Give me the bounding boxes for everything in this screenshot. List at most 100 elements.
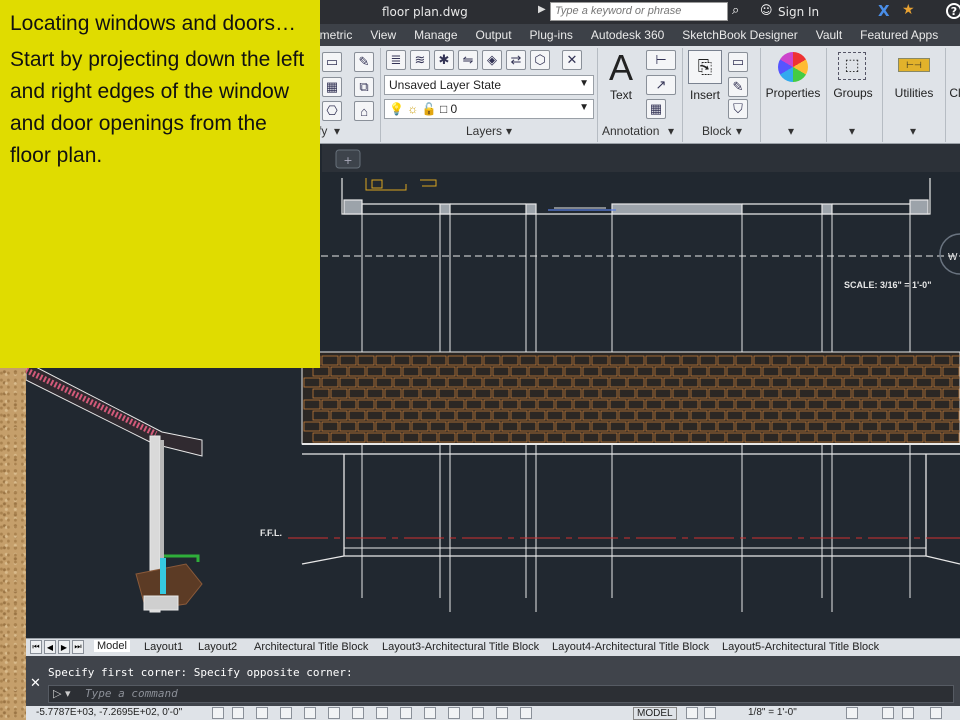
tab-output[interactable]: Output	[467, 24, 521, 46]
mirror-icon[interactable]: ⎔	[322, 101, 342, 121]
modify-panel-arrow[interactable]: ▾	[334, 124, 340, 142]
text-tool-icon[interactable]: A	[604, 48, 638, 88]
next-tab-icon[interactable]: ▶	[58, 640, 70, 654]
layer-states-icon[interactable]: ≋	[410, 50, 430, 70]
modify-tool-icon[interactable]: ▭	[322, 52, 342, 72]
prev-tab-icon[interactable]: ◀	[44, 640, 56, 654]
layer-match-icon[interactable]: ⇋	[458, 50, 478, 70]
tab-vault[interactable]: Vault	[807, 24, 851, 46]
help-icon[interactable]: ?	[946, 3, 960, 19]
first-tab-icon[interactable]: ⏮	[30, 640, 42, 654]
tab-view[interactable]: View	[361, 24, 405, 46]
tab-layout1[interactable]: Layout1	[144, 641, 183, 653]
groups-panel-arrow[interactable]: ▾	[849, 124, 855, 142]
insert-block-icon[interactable]: ⎘	[688, 50, 722, 84]
properties-icon[interactable]	[778, 52, 808, 82]
layer-walk-icon[interactable]: ⇄	[506, 50, 526, 70]
brush-icon[interactable]: ✎	[354, 52, 374, 72]
quick-properties-icon[interactable]	[520, 707, 532, 719]
viewcube-label: W	[948, 252, 958, 263]
properties-panel-arrow[interactable]: ▾	[788, 124, 794, 142]
leader-icon[interactable]: ↗	[646, 75, 676, 95]
tab-layout3[interactable]: Layout3-Architectural Title Block	[382, 641, 539, 653]
groups-icon[interactable]: ⬚	[838, 52, 866, 80]
separator	[826, 48, 827, 142]
tab-featured-apps[interactable]: Featured Apps	[851, 24, 947, 46]
tab-layout5[interactable]: Layout5-Architectural Title Block	[722, 641, 879, 653]
grid-icon[interactable]	[232, 707, 244, 719]
layer-merge-icon[interactable]: ⬡	[530, 50, 550, 70]
properties-label[interactable]: Properties	[762, 86, 824, 100]
create-block-icon[interactable]: ▭	[728, 52, 748, 72]
block-attribute-icon[interactable]: ⛉	[728, 99, 748, 119]
command-input-row[interactable]: ▷ ▾ Type a command	[48, 685, 954, 703]
layers-panel-title: Layers	[466, 124, 503, 138]
last-tab-icon[interactable]: ⏭	[72, 640, 84, 654]
command-prompt-icon[interactable]: ▷ ▾	[53, 687, 70, 700]
close-icon[interactable]: ✕	[30, 676, 41, 691]
fullscreen-icon[interactable]	[930, 707, 942, 719]
tab-layout2[interactable]: Layout2	[198, 641, 237, 653]
tab-architectural-title-block[interactable]: Architectural Title Block	[254, 641, 368, 653]
tab-model[interactable]: Model	[94, 640, 130, 652]
annotation-scale[interactable]: 1/8" = 1'-0"	[748, 707, 797, 718]
star-icon[interactable]: ★	[902, 2, 915, 18]
sign-in-link[interactable]: Sign In	[778, 5, 819, 19]
layer-freeze-icon[interactable]: ✱	[434, 50, 454, 70]
status-bar: -5.7787E+03, -7.2695E+02, 0'-0" MODEL 1/…	[26, 706, 960, 720]
polar-icon[interactable]	[280, 707, 292, 719]
note-heading: Locating windows and doors…	[10, 12, 297, 35]
text-tool-label[interactable]: Text	[605, 88, 637, 102]
offset-icon[interactable]: ⌂	[354, 101, 374, 121]
layer-iso-icon[interactable]: ◈	[482, 50, 502, 70]
utilities-label[interactable]: Utilities	[888, 86, 940, 100]
annotation-panel-arrow[interactable]: ▾	[668, 124, 674, 142]
tab-layout4[interactable]: Layout4-Architectural Title Block	[552, 641, 709, 653]
search-input[interactable]: Type a keyword or phrase	[550, 2, 728, 21]
layer-properties-icon[interactable]: ≣	[386, 50, 406, 70]
model-space-button[interactable]: MODEL	[633, 707, 677, 720]
annotation-monitor-icon[interactable]	[496, 707, 508, 719]
otrack-icon[interactable]	[328, 707, 340, 719]
dimension-icon[interactable]: ⊢	[646, 50, 676, 70]
osnap-icon[interactable]	[304, 707, 316, 719]
workspace-icon[interactable]	[846, 707, 858, 719]
array-icon[interactable]: ▦	[322, 77, 342, 97]
ducs-icon[interactable]	[352, 707, 364, 719]
selection-cycling-icon[interactable]	[448, 707, 460, 719]
transparency-icon[interactable]	[424, 707, 436, 719]
clipboard-label[interactable]: Cl	[948, 86, 960, 100]
snap-icon[interactable]	[212, 707, 224, 719]
binoculars-icon[interactable]: ⌕	[732, 3, 739, 18]
ortho-icon[interactable]	[256, 707, 268, 719]
edit-block-icon[interactable]: ✎	[728, 77, 748, 97]
lock-icon[interactable]	[902, 707, 914, 719]
layer-select[interactable]: 💡 ☼ 🔓 □ 0 ▼	[384, 99, 594, 119]
quick-view-drawings-icon[interactable]	[704, 707, 716, 719]
gear-icon[interactable]	[882, 707, 894, 719]
exchange-apps-icon[interactable]: X	[878, 2, 890, 20]
layer-delete-icon[interactable]: ✕	[562, 50, 582, 70]
layers-panel-arrow[interactable]: ▾	[506, 124, 512, 142]
dyn-icon[interactable]	[376, 707, 388, 719]
quick-view-layouts-icon[interactable]	[686, 707, 698, 719]
separator	[760, 48, 761, 142]
utilities-panel-arrow[interactable]: ▾	[910, 124, 916, 142]
insert-label[interactable]: Insert	[686, 88, 724, 102]
groups-label[interactable]: Groups	[830, 86, 876, 100]
block-panel-arrow[interactable]: ▾	[736, 124, 742, 142]
lock-icon: 🔓	[421, 102, 437, 116]
tab-sketchbook[interactable]: SketchBook Designer	[673, 24, 806, 46]
layer-state-select[interactable]: Unsaved Layer State ▼	[384, 75, 594, 95]
table-icon[interactable]: ▦	[646, 99, 666, 119]
measure-icon[interactable]: ⊢⊣	[898, 58, 930, 72]
tab-plugins[interactable]: Plug-ins	[521, 24, 582, 46]
tab-manage[interactable]: Manage	[405, 24, 466, 46]
lineweight-icon[interactable]	[400, 707, 412, 719]
tab-autodesk360[interactable]: Autodesk 360	[582, 24, 673, 46]
command-input[interactable]: Type a command	[85, 687, 178, 700]
play-icon[interactable]: ▶	[538, 4, 546, 15]
copy-icon[interactable]: ⧉	[354, 77, 374, 97]
user-icon[interactable]: ☺	[760, 3, 773, 17]
3d-osnap-icon[interactable]	[472, 707, 484, 719]
